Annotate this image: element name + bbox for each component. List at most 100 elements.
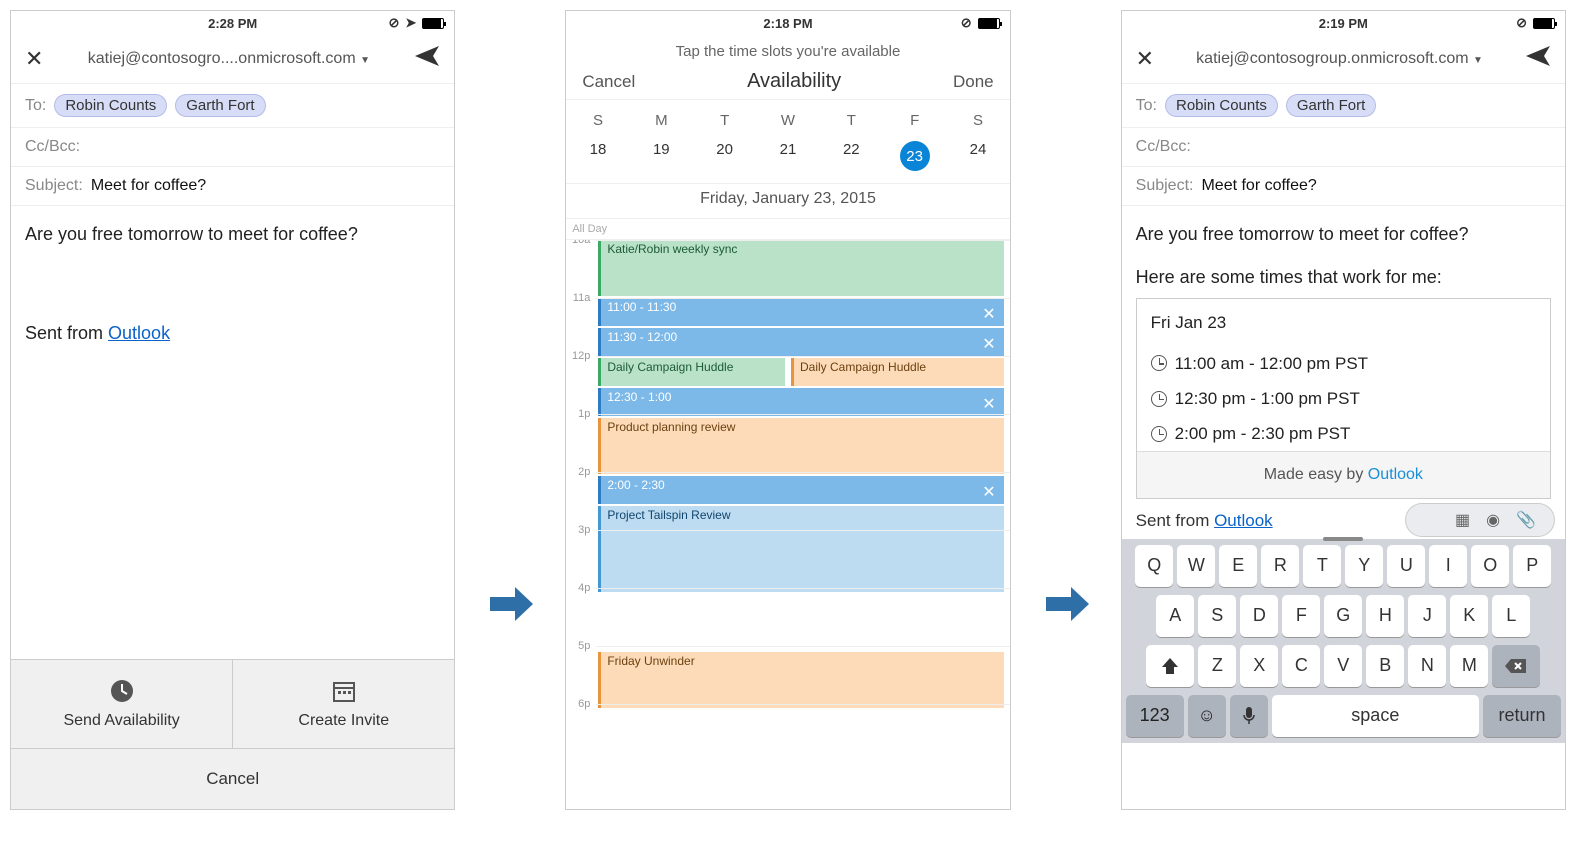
shift-key[interactable] bbox=[1146, 645, 1194, 687]
subject-field[interactable]: Subject: Meet for coffee? bbox=[11, 167, 454, 206]
day-19[interactable]: 19 bbox=[630, 133, 693, 183]
key-p[interactable]: P bbox=[1513, 545, 1551, 587]
recipient-pill[interactable]: Robin Counts bbox=[54, 94, 167, 117]
made-easy-footer: Made easy by Outlook bbox=[1137, 451, 1550, 498]
key-s[interactable]: S bbox=[1198, 595, 1236, 637]
battery-icon bbox=[422, 18, 444, 29]
key-z[interactable]: Z bbox=[1198, 645, 1236, 687]
day-23-selected[interactable]: 23 bbox=[883, 133, 946, 183]
create-invite-button[interactable]: Create Invite bbox=[232, 660, 454, 748]
key-b[interactable]: B bbox=[1366, 645, 1404, 687]
time-slot: 11:00 am - 12:00 pm PST bbox=[1137, 346, 1550, 381]
slot-1230[interactable]: 12:30 - 1:00✕ bbox=[598, 388, 1003, 416]
remove-slot-icon[interactable]: ✕ bbox=[982, 482, 995, 502]
key-q[interactable]: Q bbox=[1135, 545, 1173, 587]
key-j[interactable]: J bbox=[1408, 595, 1446, 637]
event-huddle-a[interactable]: Daily Campaign Huddle bbox=[598, 358, 785, 386]
day-22[interactable]: 22 bbox=[820, 133, 883, 183]
key-o[interactable]: O bbox=[1471, 545, 1509, 587]
key-x[interactable]: X bbox=[1240, 645, 1278, 687]
key-t[interactable]: T bbox=[1303, 545, 1341, 587]
done-button[interactable]: Done bbox=[953, 72, 994, 92]
clock-icon bbox=[109, 678, 135, 704]
key-m[interactable]: M bbox=[1450, 645, 1488, 687]
key-l[interactable]: L bbox=[1492, 595, 1530, 637]
key-w[interactable]: W bbox=[1177, 545, 1215, 587]
to-field[interactable]: To: Robin Counts Garth Fort bbox=[1122, 84, 1565, 128]
to-field[interactable]: To: Robin Counts Garth Fort bbox=[11, 84, 454, 128]
hour-label: 4p bbox=[566, 582, 594, 594]
ccbcc-field[interactable]: Cc/Bcc: bbox=[1122, 128, 1565, 167]
day-18[interactable]: 18 bbox=[566, 133, 629, 183]
calendar-insert-icon[interactable]: ▦ bbox=[1455, 510, 1470, 530]
event-product-review[interactable]: Product planning review bbox=[598, 418, 1003, 474]
space-key[interactable]: space bbox=[1272, 695, 1479, 737]
hint-text: Tap the time slots you're available bbox=[566, 35, 1009, 64]
slot-1400[interactable]: 2:00 - 2:30✕ bbox=[598, 476, 1003, 504]
status-bar: 2:28 PM ⊘ ➤ bbox=[11, 11, 454, 35]
location-insert-icon[interactable]: ◉ bbox=[1486, 510, 1500, 530]
key-h[interactable]: H bbox=[1366, 595, 1404, 637]
key-f[interactable]: F bbox=[1282, 595, 1320, 637]
key-k[interactable]: K bbox=[1450, 595, 1488, 637]
attachment-icon[interactable]: 📎 bbox=[1516, 510, 1536, 530]
location-icon: ➤ bbox=[405, 15, 416, 31]
from-account-picker[interactable]: katiej@contosogro....onmicrosoft.com ▼ bbox=[88, 50, 370, 68]
close-icon[interactable]: ✕ bbox=[1136, 46, 1154, 72]
status-time: 2:28 PM bbox=[208, 16, 257, 31]
remove-slot-icon[interactable]: ✕ bbox=[982, 304, 995, 324]
key-y[interactable]: Y bbox=[1345, 545, 1383, 587]
key-v[interactable]: V bbox=[1324, 645, 1362, 687]
body-textarea[interactable]: Are you free tomorrow to meet for coffee… bbox=[1122, 206, 1565, 503]
return-key[interactable]: return bbox=[1483, 695, 1561, 737]
event-sync[interactable]: Katie/Robin weekly sync bbox=[598, 240, 1003, 296]
availability-screen: 2:18 PM ⊘ Tap the time slots you're avai… bbox=[565, 10, 1010, 810]
key-d[interactable]: D bbox=[1240, 595, 1278, 637]
key-g[interactable]: G bbox=[1324, 595, 1362, 637]
calendar-grid[interactable]: Katie/Robin weekly sync 11:00 - 11:30✕ 1… bbox=[566, 240, 1009, 809]
remove-slot-icon[interactable]: ✕ bbox=[982, 394, 995, 414]
key-a[interactable]: A bbox=[1156, 595, 1194, 637]
time-slot: 12:30 pm - 1:00 pm PST bbox=[1137, 381, 1550, 416]
key-n[interactable]: N bbox=[1408, 645, 1446, 687]
recipient-pill[interactable]: Garth Fort bbox=[1286, 94, 1376, 117]
close-icon[interactable]: ✕ bbox=[25, 46, 43, 72]
subject-field[interactable]: Subject: Meet for coffee? bbox=[1122, 167, 1565, 206]
ccbcc-field[interactable]: Cc/Bcc: bbox=[11, 128, 454, 167]
calendar-icon bbox=[331, 678, 357, 704]
key-e[interactable]: E bbox=[1219, 545, 1257, 587]
hour-label: 3p bbox=[566, 524, 594, 536]
emoji-key[interactable]: ☺ bbox=[1188, 695, 1226, 737]
day-21[interactable]: 21 bbox=[756, 133, 819, 183]
send-icon[interactable] bbox=[1525, 45, 1551, 73]
cancel-button[interactable]: Cancel bbox=[582, 72, 635, 92]
day-24[interactable]: 24 bbox=[946, 133, 1009, 183]
event-unwinder[interactable]: Friday Unwinder bbox=[598, 652, 1003, 708]
numbers-key[interactable]: 123 bbox=[1126, 695, 1184, 737]
outlook-link[interactable]: Outlook bbox=[1368, 466, 1423, 483]
cancel-button[interactable]: Cancel bbox=[11, 748, 454, 809]
ios-keyboard: QWERTYUIOP ASDFGHJKL ZXCVBNM 123 ☺ space… bbox=[1122, 539, 1565, 743]
times-date: Fri Jan 23 bbox=[1137, 299, 1550, 346]
clock-icon bbox=[1151, 355, 1167, 371]
compose-header: ✕ katiej@contosogro....onmicrosoft.com ▼ bbox=[11, 35, 454, 84]
recipient-pill[interactable]: Robin Counts bbox=[1165, 94, 1278, 117]
key-c[interactable]: C bbox=[1282, 645, 1320, 687]
outlook-link[interactable]: Outlook bbox=[1214, 511, 1273, 530]
slot-1100[interactable]: 11:00 - 11:30✕ bbox=[598, 298, 1003, 326]
remove-slot-icon[interactable]: ✕ bbox=[982, 334, 995, 354]
from-account-picker[interactable]: katiej@contosogroup.onmicrosoft.com ▼ bbox=[1196, 50, 1483, 68]
day-20[interactable]: 20 bbox=[693, 133, 756, 183]
recipient-pill[interactable]: Garth Fort bbox=[175, 94, 265, 117]
send-icon[interactable] bbox=[414, 45, 440, 73]
key-u[interactable]: U bbox=[1387, 545, 1425, 587]
outlook-link[interactable]: Outlook bbox=[108, 323, 170, 343]
slot-1130[interactable]: 11:30 - 12:00✕ bbox=[598, 328, 1003, 356]
mic-key[interactable] bbox=[1230, 695, 1268, 737]
event-tailspin[interactable]: Project Tailspin Review bbox=[598, 506, 1003, 592]
send-availability-button[interactable]: Send Availability bbox=[11, 660, 232, 748]
key-r[interactable]: R bbox=[1261, 545, 1299, 587]
key-i[interactable]: I bbox=[1429, 545, 1467, 587]
event-huddle-b[interactable]: Daily Campaign Huddle bbox=[791, 358, 1004, 386]
backspace-key[interactable] bbox=[1492, 645, 1540, 687]
